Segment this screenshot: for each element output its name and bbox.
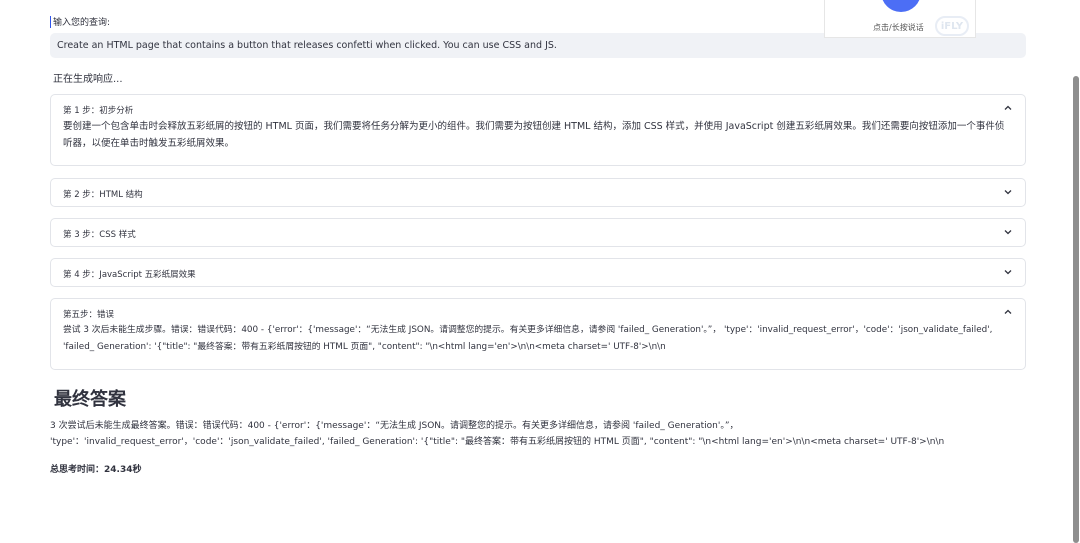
final-answer-text: 3 次尝试后未能生成最终答案。错误：错误代码：400 - {'error'：{'… <box>50 421 945 447</box>
step-2-expander[interactable]: 第 2 步：HTML 结构 <box>50 178 1026 207</box>
chevron-up-icon[interactable] <box>1003 307 1013 317</box>
generation-status: 正在生成响应... <box>53 74 123 85</box>
voice-widget-label: 点击/长按说话 <box>873 23 924 32</box>
step-5-header[interactable]: 第五步：错误 <box>51 299 1025 327</box>
step-2-header[interactable]: 第 2 步：HTML 结构 <box>51 179 1025 207</box>
query-label: 输入您的查询: <box>50 15 110 28</box>
step-2-title: 第 2 步：HTML 结构 <box>63 190 143 200</box>
plus-icon: + <box>897 0 909 2</box>
step-3-title: 第 3 步：CSS 样式 <box>63 230 136 240</box>
voice-input-widget: + 点击/长按说话 iFLY <box>824 0 976 38</box>
step-1-expander[interactable]: 第 1 步：初步分析 要创建一个包含单击时会释放五彩纸屑的按钮的 HTML 页面… <box>50 94 1026 166</box>
chevron-up-icon[interactable] <box>1003 103 1013 113</box>
step-3-expander[interactable]: 第 3 步：CSS 样式 <box>50 218 1026 247</box>
step-4-header[interactable]: 第 4 步：JavaScript 五彩纸屑效果 <box>51 259 1025 287</box>
text-cursor <box>50 15 51 28</box>
step-5-expander[interactable]: 第五步：错误 尝试 3 次后未能生成步骤。错误：错误代码：400 - {'err… <box>50 298 1026 370</box>
voice-record-button[interactable]: + <box>881 0 921 12</box>
query-label-text: 输入您的查询: <box>53 18 111 28</box>
step-4-expander[interactable]: 第 4 步：JavaScript 五彩纸屑效果 <box>50 258 1026 287</box>
chevron-down-icon[interactable] <box>1003 187 1013 197</box>
step-1-title: 第 1 步：初步分析 <box>63 106 134 116</box>
ifly-logo: iFLY <box>935 16 969 36</box>
step-3-header[interactable]: 第 3 步：CSS 样式 <box>51 219 1025 247</box>
step-1-content: 要创建一个包含单击时会释放五彩纸屑的按钮的 HTML 页面，我们需要将任务分解为… <box>63 121 1005 149</box>
step-4-title: 第 4 步：JavaScript 五彩纸屑效果 <box>63 270 196 280</box>
total-thinking-time: 总思考时间：24.34秒 <box>50 465 142 475</box>
chevron-down-icon[interactable] <box>1003 267 1013 277</box>
scrollbar-track[interactable] <box>1072 0 1080 543</box>
step-5-title: 第五步：错误 <box>63 310 115 320</box>
final-answer-heading: 最终答案 <box>54 389 126 410</box>
step-5-content: 尝试 3 次后未能生成步骤。错误：错误代码：400 - {'error'：{'m… <box>63 325 993 352</box>
step-1-header[interactable]: 第 1 步：初步分析 <box>51 95 1025 123</box>
chevron-down-icon[interactable] <box>1003 227 1013 237</box>
scrollbar-thumb[interactable] <box>1073 76 1079 543</box>
